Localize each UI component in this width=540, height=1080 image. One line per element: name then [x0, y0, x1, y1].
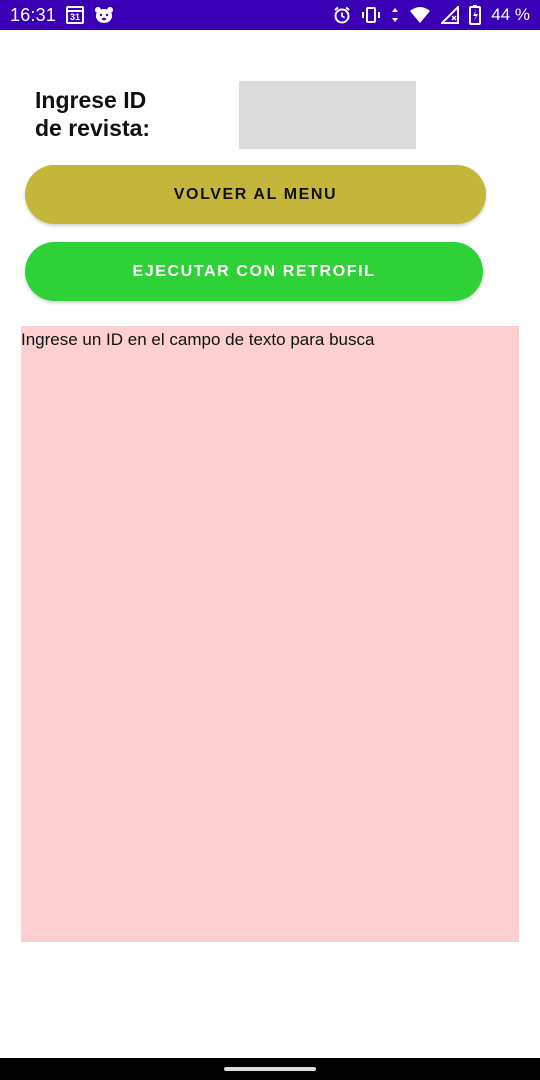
data-arrows-icon: [391, 6, 399, 24]
home-gesture-handle[interactable]: [224, 1067, 316, 1071]
calendar-icon: 31: [66, 6, 85, 24]
status-bar: 16:31 31 44 %: [0, 0, 540, 30]
battery-percent: 44 %: [491, 5, 530, 24]
battery-icon: [469, 5, 482, 25]
vibrate-icon: [361, 6, 381, 24]
id-prompt-label: Ingrese ID de revista:: [35, 87, 151, 141]
result-text: Ingrese un ID en el campo de texto para …: [21, 330, 375, 349]
wifi-icon: [409, 6, 431, 24]
navigation-bar: [0, 1058, 540, 1080]
status-time: 16:31: [10, 4, 57, 25]
calendar-day: 31: [70, 12, 81, 22]
magazine-id-input[interactable]: [239, 81, 416, 149]
run-retrofit-button[interactable]: EJECUTAR CON RETROFIL: [25, 242, 483, 301]
status-right: 44 %: [333, 5, 530, 25]
back-to-menu-button[interactable]: VOLVER AL MENU: [25, 165, 486, 224]
result-area[interactable]: Ingrese un ID en el campo de texto para …: [21, 326, 519, 942]
bear-icon: [94, 6, 114, 24]
status-left: 16:31 31: [10, 5, 114, 26]
alarm-icon: [333, 6, 351, 24]
signal-icon: [441, 6, 460, 24]
